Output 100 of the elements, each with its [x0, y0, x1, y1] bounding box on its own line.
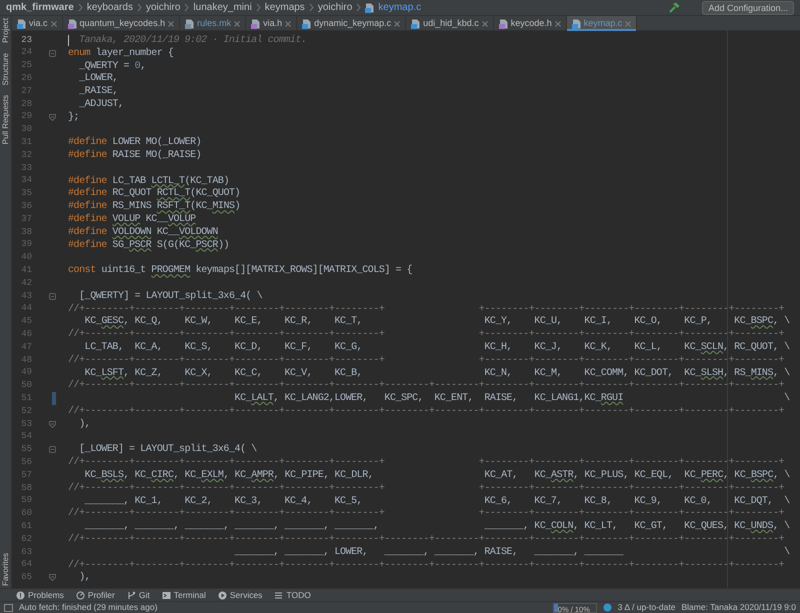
breadcrumb-item[interactable]: yoichiro	[318, 0, 352, 15]
close-icon[interactable]	[482, 20, 488, 26]
chevron-icon	[308, 3, 314, 12]
code-line: ),	[78, 418, 90, 432]
code-line: KC_LALT, KC_LANG2,LOWER, KC_SPC, KC_ENT, RAISE, KC_LANG1,KC_RGUI \	[234, 392, 790, 406]
line-number: 50	[20, 379, 32, 392]
panel-icon[interactable]	[4, 604, 13, 612]
breadcrumb-item[interactable]: qmk_firmware	[6, 0, 74, 15]
code-line: [_QWERTY] = LAYOUT_split_3x6_4( \	[78, 290, 262, 304]
line-number: 53	[20, 418, 32, 431]
line-number: 34	[20, 174, 32, 188]
close-icon[interactable]	[168, 20, 174, 26]
code-line: //+--------+--------+--------+--------+--------+--------+ +--------+--------+--------+--------+--------+--------+	[68, 506, 784, 521]
breadcrumb-item[interactable]: keymaps	[264, 0, 305, 15]
blame-status[interactable]: Blame: Tanaka 2020/11/19 9:0	[681, 601, 796, 613]
fold-icon[interactable]	[49, 574, 56, 582]
breadcrumb-item[interactable]: keymap.c	[378, 0, 422, 15]
code-line: //+--------+--------+--------+--------+--------+--------+ +--------+--------+--------+--------+--------+--------+	[68, 482, 784, 496]
code-line: _QWERTY = 0,	[78, 60, 146, 73]
fold-icon[interactable]	[49, 114, 56, 121]
editor-tab[interactable]: via.h	[246, 16, 298, 31]
tool-window-button[interactable]: Services	[218, 588, 262, 602]
code-line: _______, _______, LOWER, _______, _______, RAISE, _______, _______ \	[234, 546, 790, 560]
add-configuration-button[interactable]: Add Configuration...	[702, 0, 794, 14]
file-icon	[365, 2, 374, 12]
line-number: 55	[20, 443, 32, 456]
tool-window-tab[interactable]: Project	[0, 18, 12, 43]
line-number: 65	[20, 571, 32, 584]
line-number: 30	[20, 123, 32, 136]
line-number: 63	[20, 546, 32, 559]
fold-icon[interactable]	[49, 292, 56, 300]
close-icon[interactable]	[625, 20, 632, 26]
code-line: _ADJUST,	[78, 98, 124, 112]
fold-icon[interactable]	[49, 420, 56, 428]
tool-window-tab[interactable]: Structure	[0, 52, 12, 86]
code-line: ),	[78, 570, 90, 586]
close-icon[interactable]	[285, 20, 292, 26]
line-number: 43	[20, 290, 32, 303]
tool-window-tab[interactable]: Pull Requests	[0, 95, 12, 145]
line-number: 54	[20, 430, 32, 444]
code-line: //+--------+--------+--------+--------+--------+--------+ +--------+--------+--------+--------+--------+--------+	[68, 456, 784, 470]
close-icon[interactable]	[50, 20, 57, 26]
text-cursor	[68, 34, 69, 46]
code-line: enum layer_number {	[68, 46, 174, 61]
line-number: 38	[20, 226, 32, 239]
code-line: //+--------+--------+--------+--------+--------+--------+--------+--------+--------+--------+--------+--------+--------+--------+	[68, 378, 784, 393]
tool-window-button[interactable]: Terminal	[162, 588, 206, 602]
code-line: KC_GESC, KC_Q, KC_W, KC_E, KC_R, KC_T, KC_Y, KC_U, KC_I, KC_O, KC_P, KC_BSPC, \	[84, 314, 790, 328]
tool-window-button[interactable]: TODO	[274, 588, 311, 602]
editor-tab[interactable]: via.c	[12, 16, 63, 31]
line-number: 58	[20, 482, 32, 495]
line-number: 39	[20, 238, 32, 252]
line-number: 33	[20, 162, 32, 175]
code-line: _LOWER,	[78, 72, 118, 86]
tool-window-tab[interactable]: Favorites	[0, 553, 12, 586]
editor-tab[interactable]: quantum_keycodes.h	[62, 16, 180, 31]
breadcrumb-item[interactable]: keyboards	[86, 0, 133, 15]
editor-tab[interactable]: keycode.h	[494, 16, 567, 31]
file-icon	[302, 18, 312, 28]
hammer-icon[interactable]	[669, 2, 680, 13]
tool-window-button[interactable]: Profiler	[76, 588, 115, 602]
tool-window-button[interactable]: Problems	[16, 588, 64, 602]
line-number: 31	[20, 136, 32, 150]
code-line: #define RC_QUOT RCTL_T(KC_QUOT)	[68, 186, 240, 200]
code-line: Tanaka, 2020/11/19 9:02 · Initial commit.	[78, 34, 307, 48]
tool-window-button[interactable]: Git	[126, 588, 150, 602]
code-line: //+--------+--------+--------+--------+--------+--------+ +--------+--------+--------+--------+--------+--------+	[68, 354, 784, 368]
close-icon[interactable]	[554, 20, 561, 26]
code-line: LC_TAB, KC_A, KC_S, KC_D, KC_F, KC_G, KC_H, KC_J, KC_K, KC_L, KC_SCLN, RC_QUOT, \	[84, 340, 790, 354]
code-line: #define RAISE MO(_RAISE)	[68, 148, 202, 164]
editor-tab[interactable]: dynamic_keymap.c	[297, 16, 406, 31]
code-line: #define LOWER MO(_LOWER)	[68, 136, 202, 150]
line-number: 28	[20, 98, 32, 111]
editor-tab[interactable]: udi_hid_kbd.c	[406, 16, 494, 31]
code-line: const uint16_t PROGMEM keymaps[][MATRIX_ROWS][MATRIX_COLS] = {	[68, 264, 412, 278]
editor-tab[interactable]: rules.mk	[180, 16, 246, 31]
code-line: #define RS_MINS RSFT_T(KC_MINS)	[68, 200, 240, 214]
line-number: 23	[20, 34, 32, 47]
breadcrumb-item[interactable]: yoichiro	[146, 0, 180, 15]
line-number: 52	[20, 404, 32, 418]
close-icon[interactable]	[394, 20, 400, 26]
fold-icon[interactable]	[49, 50, 56, 57]
line-number: 45	[20, 315, 32, 328]
line-number: 57	[20, 468, 32, 482]
code-line: };	[68, 110, 80, 125]
chevron-icon	[256, 3, 261, 12]
line-number: 44	[20, 302, 32, 316]
status-message: Auto fetch: finished (29 minutes ago)	[19, 601, 158, 613]
close-icon[interactable]	[234, 20, 240, 26]
breadcrumb-item[interactable]: lunakey_mini	[193, 0, 252, 15]
code-line: //+--------+--------+--------+--------+--------+--------+--------+--------+--------+--------+--------+--------+--------+--------+	[68, 532, 784, 547]
vcs-status[interactable]: 3 Δ / up-to-date	[618, 601, 676, 613]
fold-icon[interactable]	[49, 446, 56, 454]
line-number: 51	[20, 392, 32, 405]
code-line: _RAISE,	[78, 85, 118, 99]
file-icon	[572, 18, 581, 28]
code-line: #define VOLDOWN KC__VOLDOWN	[68, 226, 218, 240]
line-number: 37	[20, 212, 32, 226]
line-number: 41	[20, 264, 32, 277]
line-number: 35	[20, 187, 32, 200]
